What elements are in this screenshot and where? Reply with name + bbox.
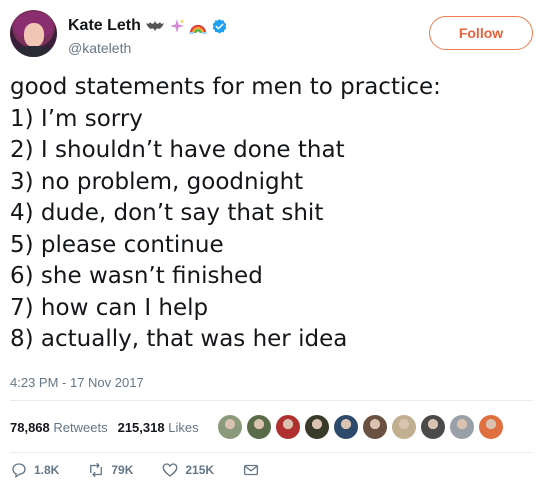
avatar-shirt bbox=[16, 46, 52, 57]
retweets-stat[interactable]: 78,868 Retweets bbox=[10, 420, 108, 435]
liker-avatar[interactable] bbox=[448, 414, 475, 440]
liker-avatar[interactable] bbox=[332, 414, 359, 440]
likes-stat[interactable]: 215,318 Likes bbox=[118, 420, 199, 435]
retweets-label: Retweets bbox=[53, 419, 108, 435]
avatar-face bbox=[24, 23, 44, 47]
tweet-header: Kate Leth @kateleth Follow bbox=[10, 10, 533, 60]
reply-button[interactable]: 1.8K bbox=[10, 461, 59, 479]
envelope-icon bbox=[244, 464, 259, 476]
liker-avatar[interactable] bbox=[477, 414, 504, 440]
name-row: Kate Leth bbox=[68, 16, 228, 36]
liker-avatar[interactable] bbox=[274, 414, 301, 440]
liker-avatar[interactable] bbox=[245, 414, 272, 440]
tweet-line: 7) how can I help bbox=[10, 294, 209, 321]
reply-count: 1.8K bbox=[34, 463, 60, 477]
tweet-line: 5) please continue bbox=[10, 231, 224, 258]
retweet-button[interactable]: 79K bbox=[87, 461, 133, 479]
tweet-stats: 78,868 Retweets 215,318 Likes bbox=[10, 412, 507, 442]
liker-avatar[interactable] bbox=[419, 414, 446, 440]
author-block[interactable]: Kate Leth @kateleth bbox=[68, 16, 228, 56]
avatar[interactable] bbox=[10, 10, 57, 57]
tweet-line: 4) dude, don’t say that shit bbox=[10, 200, 324, 226]
liker-avatar[interactable] bbox=[303, 414, 330, 440]
likes-label: Likes bbox=[168, 419, 199, 435]
display-name[interactable]: Kate Leth bbox=[68, 17, 141, 35]
liker-avatar[interactable] bbox=[216, 414, 243, 440]
heart-icon bbox=[162, 463, 178, 477]
retweet-count: 79K bbox=[111, 463, 134, 477]
tweet-text: good statements for men to practice: 1) … bbox=[10, 72, 533, 356]
verified-badge-icon bbox=[212, 18, 227, 34]
tweet-actions: 1.8K 79K 215K bbox=[10, 460, 288, 480]
divider bbox=[10, 400, 533, 401]
like-button[interactable]: 215K bbox=[161, 461, 214, 479]
liker-avatar[interactable] bbox=[390, 414, 417, 440]
tweet-line: good statements for men to practice: bbox=[10, 74, 441, 100]
like-count: 215K bbox=[185, 463, 215, 477]
tweet-line: 8) actually, that was her idea bbox=[10, 326, 348, 352]
likes-count: 215,318 bbox=[117, 419, 165, 435]
tweet-timestamp[interactable]: 4:23 PM - 17 Nov 2017 bbox=[10, 375, 144, 390]
follow-button[interactable]: Follow bbox=[429, 16, 533, 50]
reply-icon bbox=[12, 463, 26, 479]
tweet-line: 3) no problem, goodnight bbox=[10, 168, 304, 195]
direct-message-button[interactable] bbox=[242, 461, 260, 479]
author-handle[interactable]: @kateleth bbox=[68, 40, 228, 56]
bat-icon bbox=[145, 21, 164, 31]
liker-avatars bbox=[216, 414, 507, 440]
tweet-line: 6) she wasn’t finished bbox=[10, 263, 263, 289]
retweet-icon bbox=[90, 462, 103, 478]
divider bbox=[10, 452, 533, 453]
tweet-line: 1) I’m sorry bbox=[10, 105, 143, 132]
tweet-line: 2) I shouldn’t have done that bbox=[10, 137, 345, 163]
rainbow-icon bbox=[188, 24, 207, 34]
liker-avatar[interactable] bbox=[361, 414, 388, 440]
retweets-count: 78,868 bbox=[10, 419, 50, 435]
sparkles-icon bbox=[169, 19, 185, 33]
